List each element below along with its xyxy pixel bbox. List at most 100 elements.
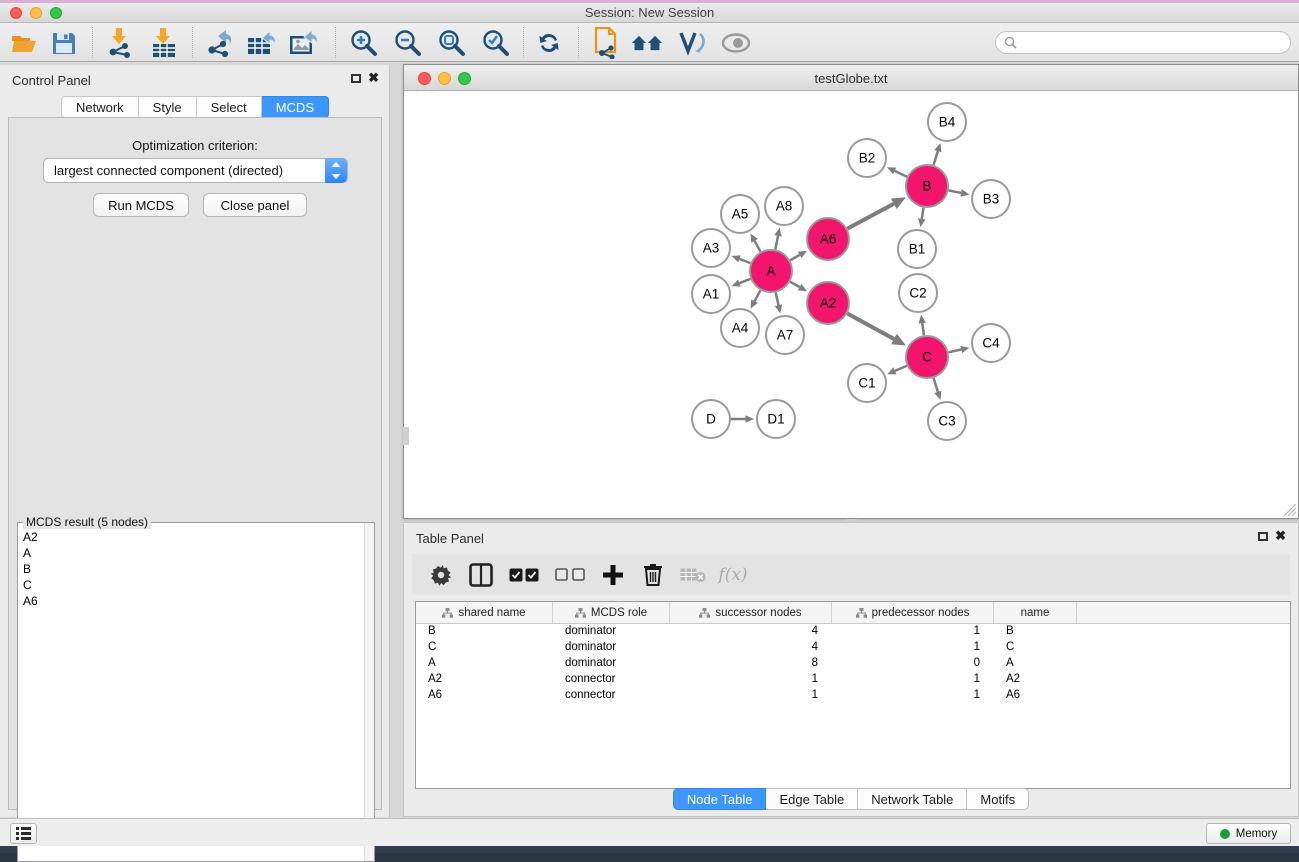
graph-node-A7[interactable]: A7 (766, 316, 804, 354)
close-panel-button[interactable]: Close panel (203, 193, 307, 217)
table-row[interactable]: A6connector11A6 (416, 688, 1290, 704)
edge-B-B1[interactable] (918, 208, 925, 228)
mcds-result-item[interactable]: C (19, 577, 363, 593)
graph-node-B2[interactable]: B2 (848, 139, 886, 177)
mcds-result-item[interactable]: B (19, 561, 363, 577)
table-settings-icon[interactable] (428, 562, 454, 588)
graph-node-A8[interactable]: A8 (765, 187, 803, 225)
edge-B-B4[interactable] (934, 143, 942, 165)
export-image-icon[interactable] (288, 28, 320, 58)
graph-node-C3[interactable]: C3 (928, 402, 966, 440)
refresh-icon[interactable] (533, 28, 565, 58)
edge-B-B3[interactable] (949, 189, 970, 196)
graph-node-A4[interactable]: A4 (721, 309, 759, 347)
network-browser-icon[interactable] (631, 28, 663, 58)
delete-column-icon[interactable] (640, 562, 666, 588)
graph-node-A2[interactable]: A2 (807, 282, 849, 324)
zoom-in-icon[interactable] (347, 28, 379, 58)
open-session-icon[interactable] (8, 28, 40, 58)
resize-grip-icon[interactable] (1284, 504, 1297, 517)
mcds-result-item[interactable]: A6 (19, 593, 363, 609)
graph-node-B3[interactable]: B3 (972, 180, 1010, 218)
graph-node-B1[interactable]: B1 (898, 230, 936, 268)
graph-node-A[interactable]: A (750, 250, 792, 292)
edge-A-A5[interactable] (751, 233, 761, 251)
table-row[interactable]: Cdominator41C (416, 640, 1290, 656)
graph-node-C4[interactable]: C4 (972, 324, 1010, 362)
memory-button[interactable]: Memory (1206, 823, 1291, 844)
criterion-dropdown[interactable]: largest connected component (directed) (43, 158, 348, 183)
tab-mcds[interactable]: MCDS (262, 96, 329, 118)
graph-node-D[interactable]: D (692, 400, 730, 438)
mcds-result-list[interactable]: A2ABCA6 (19, 529, 363, 860)
graph-node-C1[interactable]: C1 (848, 364, 886, 402)
export-network-icon[interactable] (204, 28, 236, 58)
table-row[interactable]: A2connector11A2 (416, 672, 1290, 688)
column-header-name[interactable]: name (994, 602, 1077, 623)
tab-select[interactable]: Select (197, 96, 262, 118)
edge-A-A3[interactable] (732, 255, 751, 263)
edge-A-A1[interactable] (732, 279, 751, 287)
graph-node-C2[interactable]: C2 (899, 274, 937, 312)
edge-C-C3[interactable] (934, 378, 942, 400)
column-header-successor-nodes[interactable]: successor nodes (670, 602, 832, 623)
table-row[interactable]: Adominator80A (416, 656, 1290, 672)
table-close-panel-icon[interactable]: ✖ (1275, 528, 1286, 544)
graph-node-A3[interactable]: A3 (692, 229, 730, 267)
graph-node-D1[interactable]: D1 (757, 400, 795, 438)
edge-B-B2[interactable] (887, 167, 907, 176)
edge-C-C4[interactable] (948, 346, 969, 353)
network-canvas[interactable]: B4 B2 B B3 A8A5 A6 A3 B1 A C2 A1 A2 A4A7 C4 C C1 D D1 C3 (404, 91, 1298, 518)
zoom-fit-icon[interactable] (435, 28, 467, 58)
tab-style[interactable]: Style (139, 96, 197, 118)
column-header-predecessor-nodes[interactable]: predecessor nodes (832, 602, 994, 623)
edge-A-A6[interactable] (790, 251, 807, 260)
column-header-MCDS-role[interactable]: MCDS role (553, 602, 670, 623)
table-float-panel-icon[interactable] (1258, 532, 1268, 541)
show-hide-icon[interactable] (720, 28, 752, 58)
select-all-checkboxes-icon[interactable] (508, 562, 540, 588)
new-network-from-file-icon[interactable] (591, 28, 623, 58)
import-network-icon[interactable] (104, 28, 136, 58)
close-panel-icon[interactable]: ✖ (368, 70, 379, 86)
zoom-out-icon[interactable] (391, 28, 423, 58)
column-header-shared-name[interactable]: shared name (416, 602, 553, 623)
edge-A-A7[interactable] (775, 292, 782, 313)
tab-network[interactable]: Network (61, 96, 139, 118)
export-table-icon[interactable] (246, 28, 278, 58)
edge-A-A8[interactable] (774, 228, 781, 250)
tab-network-table[interactable]: Network Table (858, 788, 967, 810)
tab-edge-table[interactable]: Edge Table (766, 788, 858, 810)
graph-node-A6[interactable]: A6 (807, 218, 849, 260)
graph-node-C[interactable]: C (906, 336, 948, 378)
save-session-icon[interactable] (48, 28, 80, 58)
mcds-result-item[interactable]: A (19, 545, 363, 561)
edge-C-C2[interactable] (919, 315, 926, 335)
console-button[interactable] (10, 823, 37, 844)
edge-A-A4[interactable] (751, 290, 761, 308)
tab-node-table[interactable]: Node Table (673, 788, 767, 810)
graph-node-B[interactable]: B (906, 165, 948, 207)
search-field[interactable] (995, 31, 1291, 54)
float-panel-icon[interactable] (351, 74, 361, 83)
edge-C-C1[interactable] (887, 366, 907, 375)
edge-A-A2[interactable] (790, 282, 807, 291)
zoom-selected-icon[interactable] (479, 28, 511, 58)
edge-A6-B[interactable] (847, 197, 905, 228)
tab-motifs[interactable]: Motifs (967, 788, 1029, 810)
edge-D-D1[interactable] (731, 415, 754, 423)
deselect-all-checkboxes-icon[interactable] (554, 562, 586, 588)
edge-A2-C[interactable] (847, 314, 906, 346)
mcds-result-item[interactable]: A2 (19, 529, 363, 545)
validate-icon[interactable] (676, 28, 708, 58)
import-table-icon[interactable] (148, 28, 180, 58)
table-row[interactable]: Bdominator41B (416, 624, 1290, 640)
graph-node-B4[interactable]: B4 (928, 103, 966, 141)
graph-node-A5[interactable]: A5 (721, 195, 759, 233)
run-mcds-button[interactable]: Run MCDS (93, 193, 189, 217)
column-layout-icon[interactable] (468, 562, 494, 588)
vertical-splitter-handle[interactable] (403, 427, 409, 445)
graph-node-A1[interactable]: A1 (692, 275, 730, 313)
mcds-list-scrollbar[interactable] (364, 523, 374, 861)
add-column-icon[interactable] (600, 562, 626, 588)
